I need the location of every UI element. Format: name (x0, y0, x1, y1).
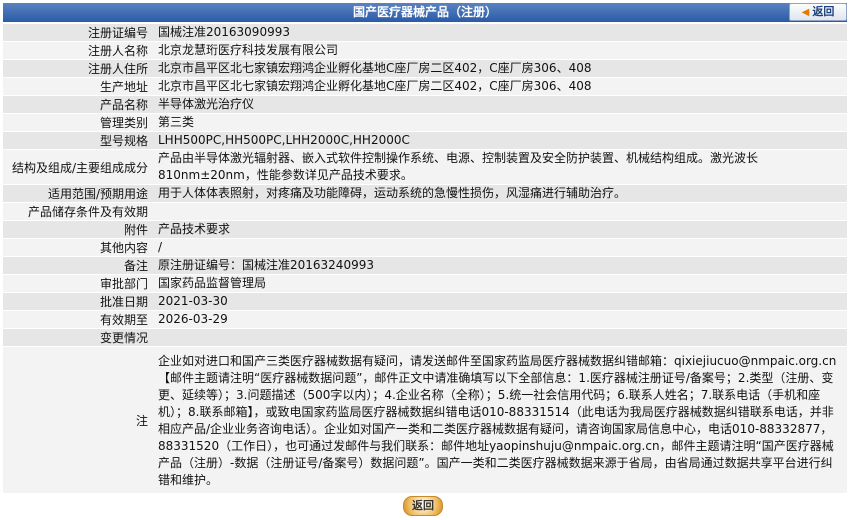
field-value: LHH500PC,HH500PC,LHH2000C,HH2000C (152, 131, 847, 150)
field-label: 备注 (3, 256, 152, 275)
field-value: 北京龙慧珩医疗科技发展有限公司 (152, 41, 847, 60)
field-label: 型号规格 (3, 131, 152, 150)
field-label: 附件 (3, 220, 152, 239)
field-label: 生产地址 (3, 77, 152, 96)
back-button-bottom-label: 返回 (412, 499, 434, 512)
table-row: 注册人住所 北京市昌平区北七家镇宏翔鸿企业孵化基地C座厂房二区402，C座厂房3… (3, 59, 847, 78)
table-row: 注册证编号 国械注准20163090993 (3, 24, 847, 42)
back-button-bottom[interactable]: 返回 (403, 496, 443, 516)
table-row: 其他内容 / (3, 238, 847, 257)
table-row: 变更情况 (3, 328, 847, 347)
table-row: 注册人名称 北京龙慧珩医疗科技发展有限公司 (3, 41, 847, 60)
field-label: 有效期至 (3, 310, 152, 329)
field-label: 适用范围/预期用途 (3, 184, 152, 203)
notice-text: 企业如对进口和国产三类医疗器械数据有疑问，请发送邮件至国家药监局医疗器械数据纠错… (152, 346, 847, 494)
table-row: 附件 产品技术要求 (3, 220, 847, 239)
table-row: 产品名称 半导体激光治疗仪 (3, 95, 847, 114)
field-value: 产品技术要求 (152, 220, 847, 239)
table-row: 适用范围/预期用途 用于人体体表照射，对疼痛及功能障碍，运动系统的急慢性损伤，风… (3, 184, 847, 203)
field-value: 2026-03-29 (152, 310, 847, 329)
field-label: 注册人住所 (3, 59, 152, 78)
table-row: 备注 原注册证编号：国械注准20163240993 (3, 256, 847, 275)
table-row: 管理类别 第三类 (3, 113, 847, 132)
field-label: 注册人名称 (3, 41, 152, 60)
table-row: 批准日期 2021-03-30 (3, 292, 847, 311)
field-label: 结构及组成/主要组成成分 (3, 149, 152, 185)
back-button-top[interactable]: ◀ 返回 (789, 3, 847, 21)
field-label: 变更情况 (3, 328, 152, 347)
field-label: 审批部门 (3, 274, 152, 293)
page-title: 国产医疗器械产品（注册） (352, 5, 497, 19)
field-value: 2021-03-30 (152, 292, 847, 311)
field-value: 用于人体体表照射，对疼痛及功能障碍，运动系统的急慢性损伤，风湿痛进行辅助治疗。 (152, 184, 847, 203)
back-button-top-label: 返回 (812, 5, 835, 18)
field-value: 第三类 (152, 113, 847, 132)
field-value: 北京市昌平区北七家镇宏翔鸿企业孵化基地C座厂房二区402，C座厂房306、408 (152, 59, 847, 78)
field-value: 国械注准20163090993 (152, 24, 847, 42)
field-value: 原注册证编号：国械注准20163240993 (152, 256, 847, 275)
field-label: 注 (3, 346, 152, 494)
table-row: 审批部门 国家药品监督管理局 (3, 274, 847, 293)
field-label: 其他内容 (3, 238, 152, 257)
field-value (152, 202, 847, 221)
table-row: 结构及组成/主要组成成分 产品由半导体激光辐射器、嵌入式软件控制操作系统、电源、… (3, 149, 847, 185)
table-row: 注 企业如对进口和国产三类医疗器械数据有疑问，请发送邮件至国家药监局医疗器械数据… (3, 346, 847, 494)
page-title-bar: 国产医疗器械产品（注册） (3, 3, 847, 22)
field-value: / (152, 238, 847, 257)
info-table: 注册证编号 国械注准20163090993 注册人名称 北京龙慧珩医疗科技发展有… (3, 24, 847, 494)
field-label: 产品储存条件及有效期 (3, 202, 152, 221)
field-value: 国家药品监督管理局 (152, 274, 847, 293)
field-value: 产品由半导体激光辐射器、嵌入式软件控制操作系统、电源、控制装置及安全防护装置、机… (152, 149, 847, 185)
field-label: 批准日期 (3, 292, 152, 311)
field-label: 管理类别 (3, 113, 152, 132)
field-label: 注册证编号 (3, 24, 152, 42)
back-arrow-icon: ◀ (801, 7, 810, 18)
field-label: 产品名称 (3, 95, 152, 114)
table-row: 产品储存条件及有效期 (3, 202, 847, 221)
field-value (152, 328, 847, 347)
field-value: 北京市昌平区北七家镇宏翔鸿企业孵化基地C座厂房二区402，C座厂房306、408 (152, 77, 847, 96)
table-row: 型号规格 LHH500PC,HH500PC,LHH2000C,HH2000C (3, 131, 847, 150)
table-row: 生产地址 北京市昌平区北七家镇宏翔鸿企业孵化基地C座厂房二区402，C座厂房30… (3, 77, 847, 96)
table-row: 有效期至 2026-03-29 (3, 310, 847, 329)
field-value: 半导体激光治疗仪 (152, 95, 847, 114)
